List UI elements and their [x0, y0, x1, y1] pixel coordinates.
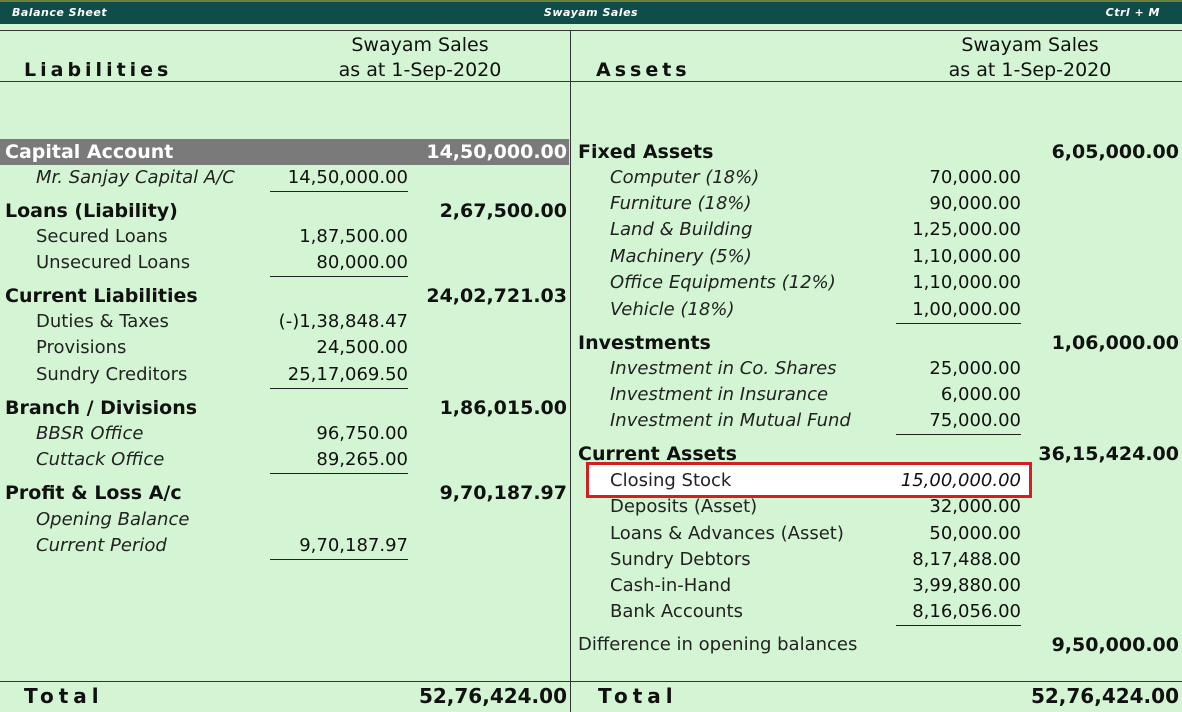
inv-mutual-fund-amount: 75,000.00	[929, 410, 1021, 431]
land-building-amount: 1,25,000.00	[912, 219, 1021, 240]
column-divider	[570, 30, 571, 712]
cuttack-office-amount: 89,265.00	[316, 449, 408, 470]
office-equipments-amount: 1,10,000.00	[912, 272, 1021, 293]
title-bar: Balance Sheet Swayam Sales Ctrl + M	[0, 0, 1182, 24]
frame-top-line	[0, 30, 1182, 31]
assets-total-amount: 52,76,424.00	[1030, 684, 1179, 708]
liabilities-total-label: Total	[24, 684, 104, 708]
liabilities-heading: Liabilities	[24, 59, 173, 81]
assets-heading: Assets	[596, 59, 691, 81]
sanjay-capital-label[interactable]: Mr. Sanjay Capital A/C	[36, 167, 235, 189]
current-assets-underline	[896, 625, 1021, 626]
opening-balance-label[interactable]: Opening Balance	[36, 509, 189, 531]
bank-accounts-label[interactable]: Bank Accounts	[610, 601, 743, 623]
unsecured-loans-amount: 80,000.00	[316, 252, 408, 273]
branch-divisions-amount: 1,86,015.00	[439, 397, 567, 419]
inv-mutual-fund-label[interactable]: Investment in Mutual Fund	[610, 410, 851, 432]
inv-insurance-label[interactable]: Investment in Insurance	[610, 384, 828, 406]
inv-co-shares-amount: 25,000.00	[929, 358, 1021, 379]
assets-date: as at 1-Sep-2020	[948, 59, 1112, 81]
profit-loss-label[interactable]: Profit & Loss A/c	[5, 482, 182, 504]
furniture-label[interactable]: Furniture (18%)	[610, 193, 752, 215]
secured-loans-amount: 1,87,500.00	[299, 226, 408, 247]
sundry-debtors-amount: 8,17,488.00	[912, 549, 1021, 570]
bbsr-office-label[interactable]: BBSR Office	[36, 423, 143, 445]
sundry-debtors-label[interactable]: Sundry Debtors	[610, 549, 751, 571]
cash-in-hand-amount: 3,99,880.00	[912, 575, 1021, 596]
sundry-creditors-label[interactable]: Sundry Creditors	[36, 364, 187, 386]
current-period-label[interactable]: Current Period	[36, 535, 167, 557]
investments-amount: 1,06,000.00	[1051, 332, 1179, 354]
land-building-label[interactable]: Land & Building	[610, 219, 752, 241]
unsecured-loans-label[interactable]: Unsecured Loans	[36, 252, 190, 274]
window-company-name: Swayam Sales	[543, 6, 639, 19]
provisions-amount: 24,500.00	[316, 337, 408, 358]
cash-in-hand-label[interactable]: Cash-in-Hand	[610, 575, 731, 597]
fixed-assets-underline	[896, 323, 1021, 324]
inv-co-shares-label[interactable]: Investment in Co. Shares	[610, 358, 837, 380]
difference-label[interactable]: Difference in opening balances	[578, 634, 857, 656]
pl-underline	[270, 559, 408, 560]
assets-header-rule	[571, 81, 1182, 82]
capital-underline	[270, 191, 408, 192]
assets-company: Swayam Sales	[961, 34, 1099, 56]
total-rule	[0, 681, 1182, 682]
loans-advances-label[interactable]: Loans & Advances (Asset)	[610, 523, 844, 545]
shortcut-hint[interactable]: Ctrl + M	[1106, 6, 1160, 19]
vehicle-amount: 1,00,000.00	[912, 299, 1021, 320]
machinery-amount: 1,10,000.00	[912, 246, 1021, 267]
current-period-amount: 9,70,187.97	[299, 535, 408, 556]
vehicle-label[interactable]: Vehicle (18%)	[610, 299, 735, 321]
deposits-label[interactable]: Deposits (Asset)	[610, 496, 757, 518]
loans-advances-amount: 50,000.00	[929, 523, 1021, 544]
current-liabilities-amount: 24,02,721.03	[426, 285, 567, 307]
duties-taxes-amount: (-)1,38,848.47	[278, 311, 408, 332]
bank-accounts-amount: 8,16,056.00	[912, 601, 1021, 622]
loans-underline	[270, 276, 408, 277]
office-equipments-label[interactable]: Office Equipments (12%)	[610, 272, 836, 294]
loans-amount: 2,67,500.00	[439, 200, 567, 222]
cuttack-office-label[interactable]: Cuttack Office	[36, 449, 164, 471]
branch-divisions-label[interactable]: Branch / Divisions	[5, 397, 197, 419]
closing-stock-amount: 15,00,000.00	[900, 470, 1021, 491]
bbsr-office-amount: 96,750.00	[316, 423, 408, 444]
inv-insurance-amount: 6,000.00	[940, 384, 1021, 405]
capital-account-amount: 14,50,000.00	[426, 141, 567, 163]
fixed-assets-amount: 6,05,000.00	[1051, 141, 1179, 163]
sanjay-capital-amount: 14,50,000.00	[287, 167, 408, 188]
investments-label[interactable]: Investments	[578, 332, 711, 354]
computer-label[interactable]: Computer (18%)	[610, 167, 759, 189]
current-liabilities-label[interactable]: Current Liabilities	[5, 285, 198, 307]
secured-loans-label[interactable]: Secured Loans	[36, 226, 168, 248]
duties-taxes-label[interactable]: Duties & Taxes	[36, 311, 169, 333]
capital-account-label: Capital Account	[5, 141, 174, 163]
furniture-amount: 90,000.00	[929, 193, 1021, 214]
provisions-label[interactable]: Provisions	[36, 337, 126, 359]
profit-loss-amount: 9,70,187.97	[439, 482, 567, 504]
machinery-label[interactable]: Machinery (5%)	[610, 246, 752, 268]
liabilities-total-amount: 52,76,424.00	[418, 684, 567, 708]
liabilities-date: as at 1-Sep-2020	[338, 59, 502, 81]
sundry-creditors-amount: 25,17,069.50	[287, 364, 408, 385]
loans-label[interactable]: Loans (Liability)	[5, 200, 178, 222]
branch-underline	[270, 473, 408, 474]
capital-account-row[interactable]: Capital Account 14,50,000.00	[0, 139, 569, 165]
deposits-amount: 32,000.00	[929, 496, 1021, 517]
difference-amount: 9,50,000.00	[1051, 634, 1179, 656]
assets-total-label: Total	[598, 684, 678, 708]
investments-underline	[896, 434, 1021, 435]
fixed-assets-label[interactable]: Fixed Assets	[578, 141, 713, 163]
closing-stock-label[interactable]: Closing Stock	[610, 470, 731, 492]
liabilities-company: Swayam Sales	[351, 34, 489, 56]
liabilities-header-rule	[0, 81, 570, 82]
current-liabilities-underline	[270, 388, 408, 389]
computer-amount: 70,000.00	[929, 167, 1021, 188]
